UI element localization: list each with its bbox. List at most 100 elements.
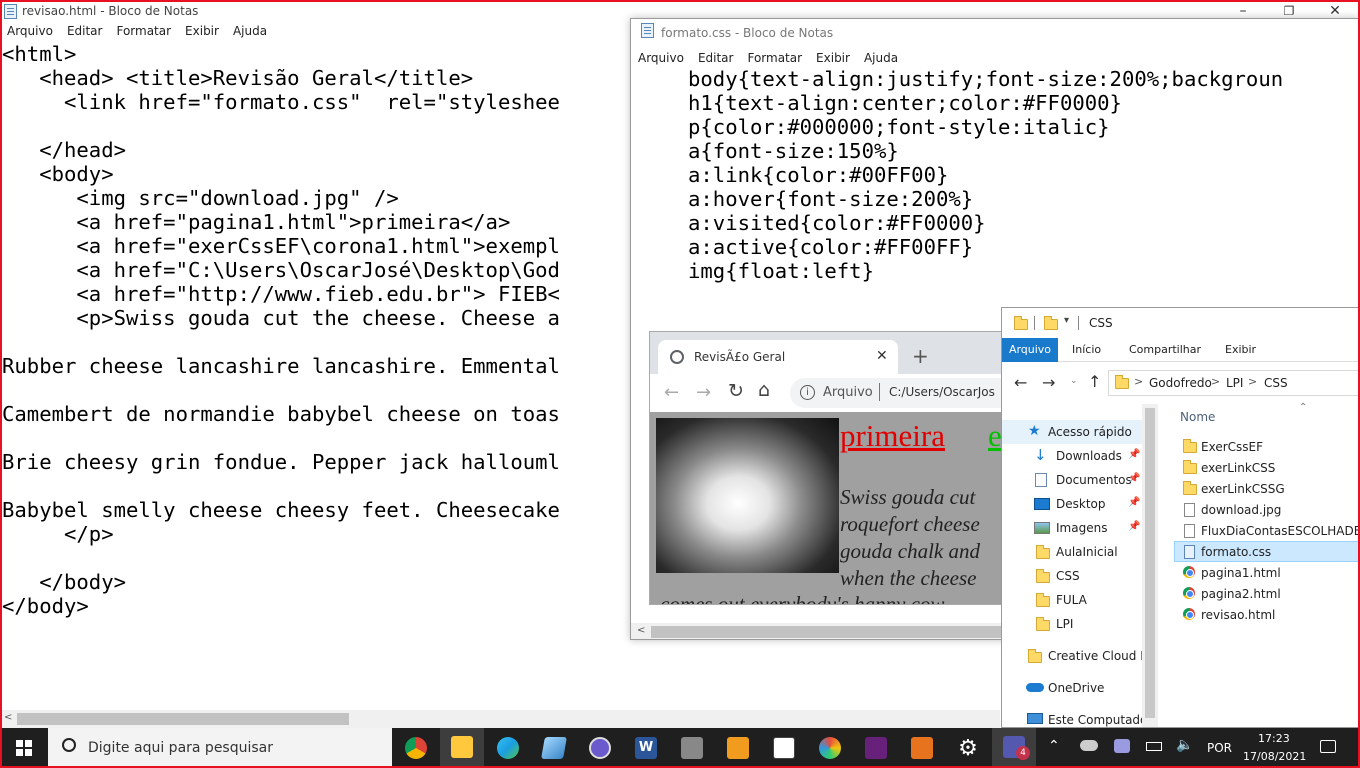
nav-item-lpi[interactable]: LPI [1002,612,1142,636]
scrollbar-thumb[interactable] [1145,408,1155,718]
nav-item-fula[interactable]: FULA [1002,588,1142,612]
taskbar-media-icon[interactable] [716,728,760,768]
reload-icon[interactable]: ↻ [728,380,744,402]
address-breadcrumb[interactable]: > Godofredo > LPI > CSS [1108,370,1359,396]
taskbar-solitaire-icon[interactable] [762,728,806,768]
code-line: </body> [2,570,126,594]
nav-item-aulainicial[interactable]: AulaInicial [1002,540,1142,564]
taskbar-visual-studio-icon[interactable] [854,728,898,768]
taskbar-orange-app-icon[interactable] [900,728,944,768]
ribbon-tab-exibir[interactable]: Exibir [1225,343,1256,356]
taskbar-settings-icon[interactable]: ⚙ [946,728,990,768]
notepad-revisao-text-area[interactable]: <html> <head> <title>Revisão Geral</titl… [2,42,560,618]
pin-icon[interactable]: 📌 [1128,497,1140,508]
menu-editar[interactable]: Editar [67,24,103,38]
file-row-selected[interactable]: formato.css [1174,541,1359,562]
breadcrumb-lpi[interactable]: LPI [1226,376,1243,390]
meet-now-icon[interactable] [1114,739,1130,753]
nav-item-creative-cloud[interactable]: Creative Cloud Fil [1002,644,1153,668]
file-row[interactable]: download.jpg [1174,499,1359,520]
menu-arquivo[interactable]: Arquivo [638,51,684,65]
nav-item-desktop[interactable]: Desktop 📌 [1002,492,1142,516]
file-row[interactable]: pagina1.html [1174,562,1359,583]
tab-close-icon[interactable]: ✕ [876,348,888,364]
nav-item-downloads[interactable]: ↓ Downloads 📌 [1002,444,1142,468]
home-icon[interactable]: ⌂ [758,379,770,401]
address-bar[interactable]: i Arquivo C:/Users/OscarJos [790,378,1008,408]
menu-ajuda[interactable]: Ajuda [233,24,267,38]
file-row[interactable]: ExerCssEF [1174,436,1359,457]
action-center-icon[interactable] [1320,740,1336,753]
file-row[interactable]: FluxDiaContasESCOLHADE.pr [1174,520,1359,541]
ribbon-tab-inicio[interactable]: Início [1072,343,1101,356]
ribbon-tab-arquivo[interactable]: Arquivo [1002,338,1058,362]
language-indicator[interactable]: POR [1207,741,1232,755]
link-primeira[interactable]: primeira [840,418,945,454]
taskbar-search-box[interactable]: Digite aqui para pesquisar [48,728,392,768]
maximize-button[interactable]: ❐ [1266,0,1312,24]
file-row[interactable]: revisao.html [1174,604,1359,625]
column-header-nome[interactable]: Nome [1180,410,1215,424]
show-hidden-icons-chevron-icon[interactable]: ⌃ [1048,738,1060,754]
link-partial[interactable]: e [988,418,1002,454]
file-row[interactable]: exerLinkCSSG [1174,478,1359,499]
clock-date[interactable]: 17/08/2021 [1243,750,1306,763]
ribbon-tab-compartilhar[interactable]: Compartilhar [1129,343,1201,356]
nav-item-documentos[interactable]: Documentos 📌 [1002,468,1142,492]
forward-arrow-icon[interactable]: → [696,382,711,403]
menu-exibir[interactable]: Exibir [816,51,850,65]
quick-access-folder-icon[interactable] [1044,316,1058,330]
scrollbar-thumb[interactable] [17,713,349,725]
minimize-button[interactable]: – [1220,0,1266,24]
battery-icon[interactable] [1146,742,1162,751]
quick-access-dropdown-icon[interactable]: ▾ [1064,315,1069,326]
volume-icon[interactable]: 🔈 [1176,737,1193,753]
recent-dropdown-icon[interactable]: ⌄ [1070,376,1078,386]
new-tab-icon[interactable]: + [912,344,929,368]
menu-editar[interactable]: Editar [698,51,734,65]
menu-formatar[interactable]: Formatar [116,24,171,38]
pin-icon[interactable]: 📌 [1128,449,1140,460]
back-arrow-icon[interactable]: ← [1014,373,1027,392]
breadcrumb-godofredo[interactable]: Godofredo [1149,376,1212,390]
folder-icon [1183,460,1197,474]
breadcrumb-css[interactable]: CSS [1264,376,1288,390]
horizontal-scrollbar[interactable]: < [0,710,1000,728]
notepad-css-text-area[interactable]: body{text-align:justify;font-size:200%;b… [688,67,1283,283]
menu-exibir[interactable]: Exibir [185,24,219,38]
scroll-left-arrow-icon[interactable]: < [637,625,645,636]
pin-icon[interactable]: 📌 [1128,473,1140,484]
taskbar-tools-icon[interactable] [670,728,714,768]
file-name: revisao.html [1201,608,1276,622]
file-row[interactable]: exerLinkCSS [1174,457,1359,478]
taskbar-app-icon[interactable] [532,728,576,768]
nav-item-css[interactable]: CSS [1002,564,1142,588]
taskbar-chrome-icon[interactable] [394,728,438,768]
clock-time[interactable]: 17:23 [1258,732,1290,745]
start-button[interactable] [0,728,48,768]
scrollbar-thumb[interactable] [651,626,1011,638]
forward-arrow-icon[interactable]: → [1042,373,1055,392]
taskbar-edge-icon[interactable] [486,728,530,768]
close-button[interactable]: ✕ [1312,0,1358,24]
taskbar-teams-icon[interactable]: 4 [992,728,1036,768]
menu-ajuda[interactable]: Ajuda [864,51,898,65]
cloud-sync-icon[interactable] [1080,740,1098,751]
pin-icon[interactable]: 📌 [1128,521,1140,532]
taskbar-word-icon[interactable]: W [624,728,668,768]
nav-item-imagens[interactable]: Imagens 📌 [1002,516,1142,540]
file-row[interactable]: pagina2.html [1174,583,1359,604]
nav-item-este-computador[interactable]: Este Computador [1002,708,1152,727]
browser-tab[interactable]: RevisÃ£o Geral ✕ [658,340,898,374]
menu-arquivo[interactable]: Arquivo [7,24,53,38]
up-arrow-icon[interactable]: ↑ [1088,372,1101,391]
taskbar-file-explorer-icon[interactable] [440,728,484,768]
taskbar-disk-icon[interactable] [578,728,622,768]
taskbar-paint-icon[interactable] [808,728,852,768]
nav-item-acesso-rapido[interactable]: ★ Acesso rápido [1002,420,1142,444]
scroll-left-arrow-icon[interactable]: < [4,712,12,723]
nav-item-onedrive[interactable]: OneDrive [1002,676,1142,700]
menu-formatar[interactable]: Formatar [747,51,802,65]
back-arrow-icon[interactable]: ← [664,382,679,403]
nav-pane-scrollbar[interactable] [1142,404,1158,727]
